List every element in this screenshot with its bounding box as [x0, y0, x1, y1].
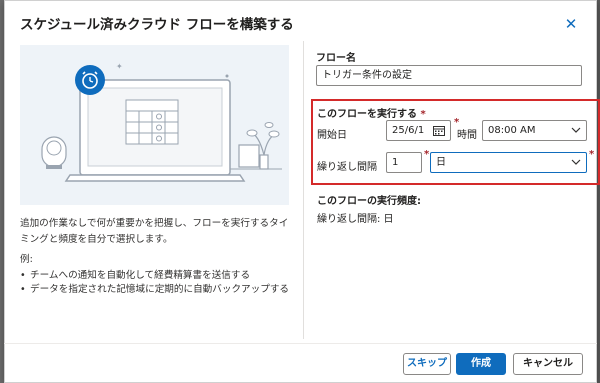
close-icon[interactable]: ✕: [562, 15, 580, 33]
repeat-unit-select[interactable]: 日: [430, 152, 587, 173]
repeat-count-value: 1: [392, 157, 399, 168]
illustration: ✦: [20, 45, 289, 205]
repeat-label: 繰り返し間隔: [317, 162, 377, 173]
repeat-unit-value: 日: [436, 157, 446, 168]
chevron-down-icon[interactable]: [571, 127, 581, 134]
flow-name-label: フロー名: [316, 53, 356, 64]
examples-heading: 例:: [20, 254, 33, 265]
start-date-label: 開始日: [317, 130, 347, 141]
laptop-clock-illustration: ✦: [41, 62, 282, 182]
required-mark: *: [420, 109, 426, 120]
svg-text:✦: ✦: [116, 62, 123, 71]
run-flow-label-text: このフローを実行する: [317, 109, 417, 120]
repeat-count-input[interactable]: 1: [386, 152, 422, 173]
start-date-value: 25/6/1: [392, 125, 425, 136]
schedule-flow-dialog: スケジュール済みクラウド フローを構築する ✕ ✦ 追加の作業なしで何が重要かを…: [4, 0, 600, 383]
required-mark: *: [424, 149, 430, 160]
pane-divider: [303, 41, 304, 339]
examples-section: 例: チームへの通知を自動化して経費精算書を送信する データを指定された記憶域に…: [20, 253, 300, 297]
skip-button[interactable]: スキップ: [403, 353, 451, 375]
example-item: データを指定された記憶域に定期的に自動バックアップする: [20, 283, 300, 297]
frequency-text: 繰り返し間隔: 日: [317, 214, 394, 225]
frequency-heading: このフローの実行頻度:: [317, 196, 421, 207]
cancel-button[interactable]: キャンセル: [513, 353, 583, 375]
calendar-icon[interactable]: [433, 125, 445, 136]
time-label: 時間: [457, 130, 477, 141]
description-text: 追加の作業なしで何が重要かを把握し、フローを実行するタイミングと頻度を自分で選択…: [20, 218, 289, 245]
examples-list: チームへの通知を自動化して経費精算書を送信する データを指定された記憶域に定期的…: [20, 269, 300, 297]
required-mark: *: [589, 149, 595, 160]
time-value: 08:00 AM: [488, 125, 536, 136]
example-item: チームへの通知を自動化して経費精算書を送信する: [20, 269, 300, 283]
flow-name-input[interactable]: トリガー条件の設定: [316, 65, 582, 86]
dialog-title: スケジュール済みクラウド フローを構築する: [20, 17, 294, 33]
footer-divider: [4, 343, 597, 344]
chevron-down-icon[interactable]: [571, 159, 581, 166]
create-button[interactable]: 作成: [456, 353, 506, 375]
run-flow-label: このフローを実行する *: [317, 105, 426, 120]
